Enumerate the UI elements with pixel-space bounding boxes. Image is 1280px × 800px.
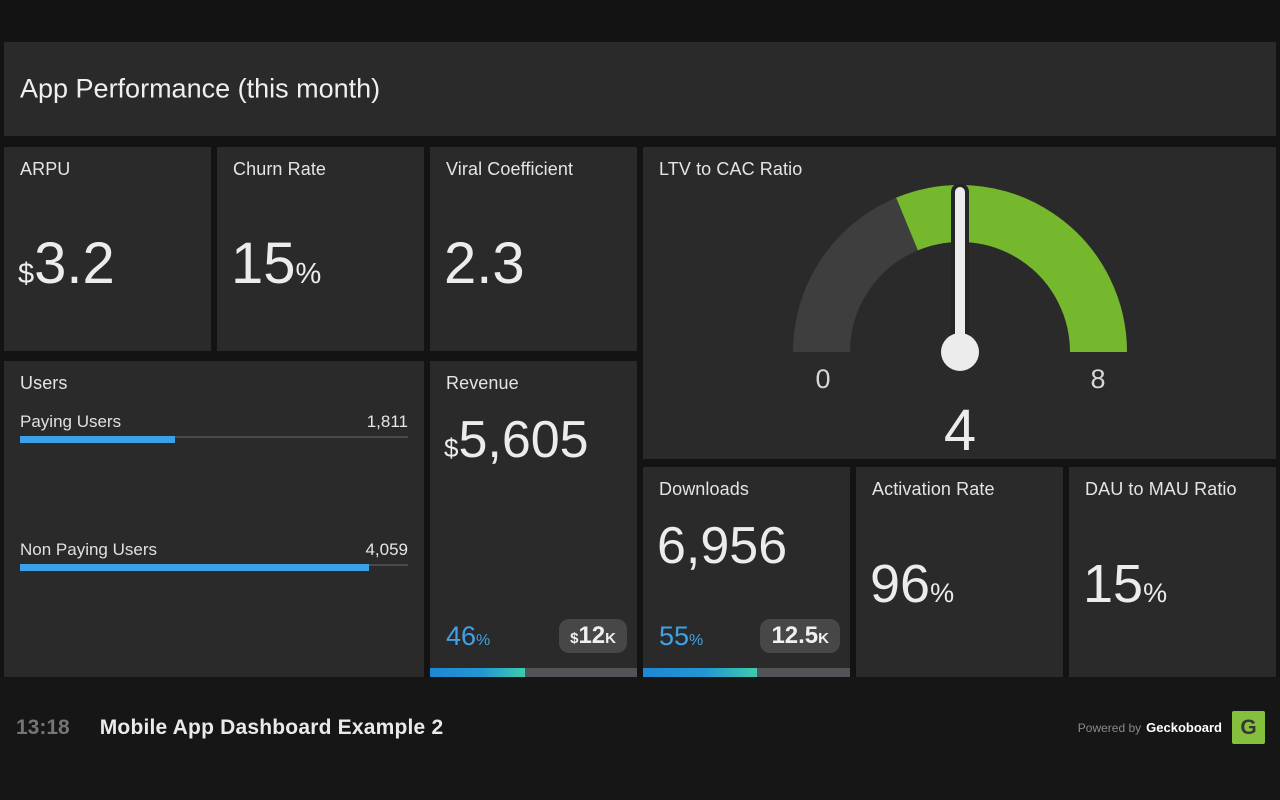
tile-arpu: ARPU $3.2: [4, 147, 211, 351]
tile-viral-title: Viral Coefficient: [446, 159, 573, 180]
activation-value: 96%: [870, 557, 954, 611]
revenue-percent-number: 46: [446, 621, 476, 651]
gauge-max-label: 8: [1090, 364, 1105, 394]
powered-by-text: Powered by: [1078, 721, 1141, 735]
revenue-value: $5,605: [444, 414, 589, 466]
footer-bar: 13:18 Mobile App Dashboard Example 2 Pow…: [0, 677, 1280, 800]
revenue-progress-fill: [430, 668, 525, 677]
dau-value: 15%: [1083, 557, 1167, 611]
downloads-goal-badge: 12.5K: [760, 619, 840, 653]
revenue-goal-row: 46% $12K: [446, 619, 627, 653]
footer-content: 13:18 Mobile App Dashboard Example 2 Pow…: [16, 711, 1265, 744]
dau-percent-sign: %: [1143, 578, 1167, 608]
downloads-percent-number: 55: [659, 621, 689, 651]
paying-users-bar: [20, 436, 408, 444]
tile-downloads: Downloads 6,956 55% 12.5K: [643, 467, 850, 677]
non-paying-users-value: 4,059: [365, 540, 408, 560]
churn-number: 15: [231, 231, 296, 296]
downloads-progress-track: [643, 668, 850, 677]
arpu-number: 3.2: [34, 231, 115, 296]
revenue-currency-prefix: $: [444, 433, 458, 463]
tile-dau-title: DAU to MAU Ratio: [1085, 479, 1237, 500]
downloads-value: 6,956: [657, 520, 787, 572]
revenue-goal-badge: $12K: [559, 619, 627, 653]
downloads-percent: 55%: [659, 623, 703, 650]
revenue-number: 5,605: [458, 411, 588, 469]
activation-percent-sign: %: [930, 578, 954, 608]
gauge-needle: [953, 185, 967, 355]
geckoboard-logo-icon: G: [1232, 711, 1265, 744]
dashboard-screen: App Performance (this month) ARPU $3.2 C…: [0, 0, 1280, 800]
tile-users-title: Users: [20, 373, 68, 394]
users-row-paying: Paying Users 1,811: [20, 412, 408, 446]
downloads-percent-sign: %: [689, 632, 703, 649]
non-paying-users-bar: [20, 564, 408, 572]
tile-ltv-cac-gauge: LTV to CAC Ratio 0 8 4: [643, 147, 1276, 459]
viral-value: 2.3: [444, 235, 525, 293]
downloads-number: 6,956: [657, 517, 787, 575]
powered-by-link[interactable]: Powered by Geckoboard G: [1078, 711, 1265, 744]
gauge-arc-low: [822, 224, 908, 352]
tile-activation-rate: Activation Rate 96%: [856, 467, 1063, 677]
churn-percent-sign: %: [296, 258, 322, 290]
activation-number: 96: [870, 554, 930, 614]
tile-viral-coefficient: Viral Coefficient 2.3: [430, 147, 637, 351]
churn-value: 15%: [231, 235, 321, 293]
downloads-goal-number: 12.5: [771, 622, 818, 649]
revenue-percent-sign: %: [476, 632, 490, 649]
downloads-progress-fill: [643, 668, 757, 677]
gauge-arc-green: [907, 213, 1099, 352]
downloads-goal-row: 55% 12.5K: [659, 619, 840, 653]
gauge-current-value: 4: [944, 398, 976, 459]
gauge-min-label: 0: [815, 364, 830, 394]
footer-left-group: 13:18 Mobile App Dashboard Example 2: [16, 716, 443, 740]
revenue-progress-track: [430, 668, 637, 677]
non-paying-users-label: Non Paying Users: [20, 540, 157, 560]
dau-number: 15: [1083, 554, 1143, 614]
tile-dau-mau-ratio: DAU to MAU Ratio 15%: [1069, 467, 1276, 677]
paying-users-bar-fill: [20, 436, 175, 443]
tile-downloads-title: Downloads: [659, 479, 749, 500]
downloads-goal-unit: K: [818, 630, 829, 647]
viral-number: 2.3: [444, 231, 525, 296]
tile-gauge-title: LTV to CAC Ratio: [659, 159, 802, 180]
arpu-currency-prefix: $: [18, 258, 34, 290]
non-paying-users-bar-fill: [20, 564, 369, 571]
dashboard-header-title: App Performance (this month): [20, 74, 380, 105]
brand-name: Geckoboard: [1146, 720, 1222, 735]
header-tile: App Performance (this month): [4, 42, 1276, 136]
paying-users-value: 1,811: [367, 412, 408, 432]
clock: 13:18: [16, 716, 70, 740]
revenue-goal-number: 12: [578, 622, 605, 649]
gauge-chart: 0 8 4: [643, 147, 1276, 459]
arpu-value: $3.2: [18, 235, 115, 293]
tile-churn-rate: Churn Rate 15%: [217, 147, 424, 351]
revenue-percent: 46%: [446, 623, 490, 650]
tile-churn-title: Churn Rate: [233, 159, 326, 180]
dashboard-name: Mobile App Dashboard Example 2: [100, 716, 444, 740]
tile-users: Users Paying Users 1,811 Non Paying User…: [4, 361, 424, 677]
paying-users-label: Paying Users: [20, 412, 121, 432]
tile-revenue: Revenue $5,605 46% $12K: [430, 361, 637, 677]
tile-revenue-title: Revenue: [446, 373, 519, 394]
tile-activation-title: Activation Rate: [872, 479, 995, 500]
gauge-needle-hub: [941, 333, 979, 371]
users-row-non-paying: Non Paying Users 4,059: [20, 540, 408, 574]
revenue-goal-unit: K: [605, 630, 616, 647]
tile-arpu-title: ARPU: [20, 159, 70, 180]
